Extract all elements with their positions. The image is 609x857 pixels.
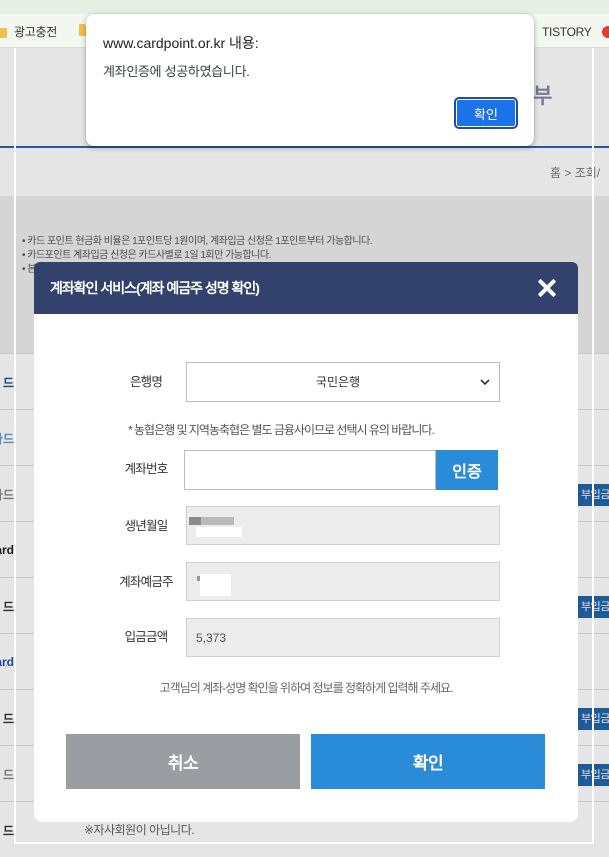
account-verification-modal: 계좌확인 서비스(계좌 예금주 성명 확인) 은행명 국민은행 * 농협은행 및… [34,262,578,822]
red-circle-favicon-icon [602,26,609,38]
bookmark-ad-charge[interactable]: 광고충전 [14,23,57,41]
alert-message: 계좌인증에 성공하였습니다. [103,64,250,79]
bank-note: * 농협은행 및 지역농축협은 별도 금융사이므로 선택시 유의 바랍니다. [128,423,435,437]
birth-date-input [187,507,499,544]
bank-select[interactable]: 국민은행 [186,362,500,402]
account-holder-field [186,562,500,601]
verify-button[interactable]: 인증 [436,450,498,490]
deposit-amount-field [186,618,500,657]
frame-line [592,48,594,844]
confirm-button[interactable]: 확인 [311,734,545,789]
redaction-mark [196,527,242,537]
account-holder-input [187,563,499,600]
browser-toolbar-strip [0,0,609,14]
close-icon[interactable] [535,276,559,300]
bank-selected-value: 국민은행 [315,375,361,389]
folder-icon [0,28,7,38]
chevron-down-icon [480,379,490,386]
alert-origin: www.cardpoint.or.kr 내용: [103,35,259,51]
guide-text: 고객님의 계좌-성명 확인을 위하여 정보를 정확하게 입력해 주세요. [159,681,454,695]
account-number-field[interactable] [184,450,436,490]
account-number-input[interactable] [185,451,435,489]
redaction-mark [189,517,234,525]
browser-alert-dialog: www.cardpoint.or.kr 내용: 계좌인증에 성공하였습니다. 확… [86,14,534,146]
modal-title: 계좌확인 서비스(계좌 예금주 성명 확인) [50,280,260,296]
alert-ok-button[interactable]: 확인 [454,97,518,129]
cancel-button[interactable]: 취소 [66,734,300,789]
frame-line [14,842,594,844]
frame-line [14,48,16,844]
redaction-mark [200,574,231,596]
bookmark-partial[interactable] [0,26,7,40]
modal-header: 계좌확인 서비스(계좌 예금주 성명 확인) [34,262,578,314]
deposit-amount-input [187,619,499,656]
bookmark-partial-right[interactable] [602,25,609,39]
bookmark-tistory[interactable]: TISTORY [542,23,592,41]
birth-date-field [186,506,500,545]
